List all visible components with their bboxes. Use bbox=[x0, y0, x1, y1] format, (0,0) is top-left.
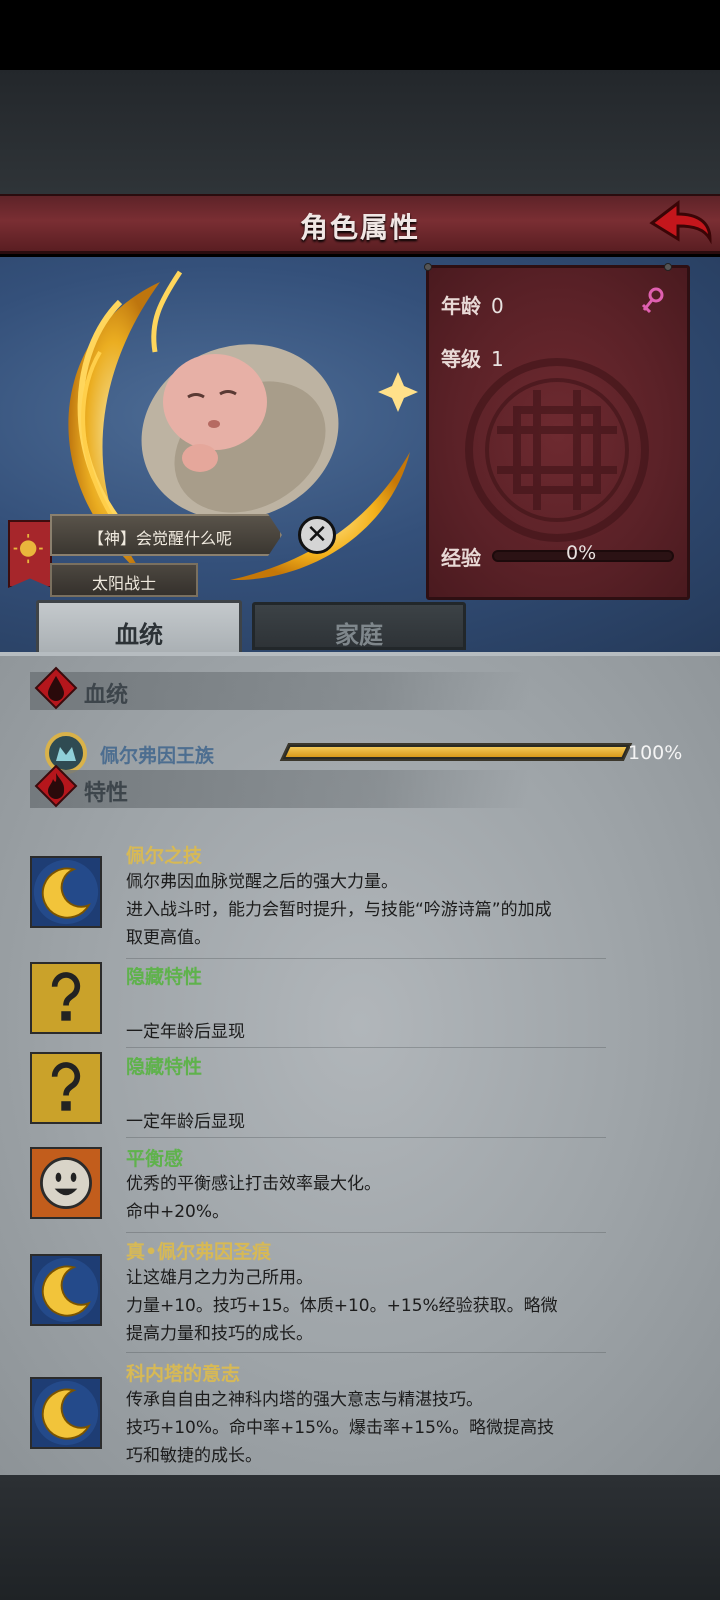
age-label: 年龄 bbox=[441, 294, 481, 318]
traits-section-title: 特性 bbox=[84, 781, 129, 806]
lineage-progress-bar bbox=[279, 743, 633, 761]
tab-lineage-label: 血统 bbox=[115, 621, 163, 649]
lineage-name: 佩尔弗因王族 bbox=[100, 745, 215, 767]
trait-name: 隐藏特性 bbox=[126, 966, 203, 988]
panel-pin bbox=[664, 263, 672, 271]
flame-icon bbox=[34, 764, 78, 808]
trait-desc-line bbox=[126, 990, 606, 1018]
top-backdrop bbox=[0, 70, 720, 194]
bottom-backdrop bbox=[0, 1475, 720, 1600]
trait-desc-line: 一定年龄后显现 bbox=[126, 1112, 245, 1132]
blood-drop-icon bbox=[34, 666, 78, 710]
trait-desc-line: 技巧+10%。命中率+15%。爆击率+15%。略微提高技 bbox=[126, 1418, 555, 1438]
female-icon bbox=[641, 287, 664, 314]
crescent-moon-icon bbox=[30, 1254, 102, 1326]
page-title: 角色属性 bbox=[299, 211, 420, 244]
trait-description: 让这雄月之力为己所用。 力量+10。技巧+15。体质+10。+15%经验获取。略… bbox=[126, 1264, 606, 1348]
trait-desc-line: 力量+10。技巧+15。体质+10。+15%经验获取。略微 bbox=[126, 1296, 558, 1316]
trait-desc-line: 一定年龄后显现 bbox=[126, 1022, 245, 1042]
trait-desc-line: 佩尔弗因血脉觉醒之后的强大力量。 bbox=[126, 872, 398, 892]
exp-label: 经验 bbox=[441, 546, 481, 570]
trait-desc-line: 命中+20%。 bbox=[126, 1202, 230, 1222]
trait-desc-line: 提高力量和技巧的成长。 bbox=[126, 1324, 313, 1344]
trait-desc-line: 巧和敏捷的成长。 bbox=[126, 1446, 262, 1466]
question-mark-icon bbox=[30, 962, 102, 1034]
trait-desc-line: 优秀的平衡感让打击效率最大化。 bbox=[126, 1174, 381, 1194]
age-stat: 年龄 0 bbox=[441, 290, 504, 319]
trait-desc-line: 进入战斗时，能力会暂时提升，与技能“吟游诗篇”的加成 bbox=[126, 900, 552, 920]
divider bbox=[126, 1232, 606, 1233]
trait-name: 隐藏特性 bbox=[126, 1056, 203, 1078]
celtic-knot-emblem bbox=[465, 358, 649, 542]
trait-name: 科内塔的意志 bbox=[126, 1363, 241, 1385]
divider bbox=[126, 958, 606, 959]
level-label: 等级 bbox=[441, 347, 481, 371]
question-mark-icon bbox=[30, 1052, 102, 1124]
trait-desc-line: 取更高值。 bbox=[126, 928, 211, 948]
level-value: 1 bbox=[491, 347, 504, 371]
trait-name: 平衡感 bbox=[126, 1148, 184, 1170]
trait-description: 一定年龄后显现 bbox=[126, 1080, 606, 1136]
divider bbox=[126, 1137, 606, 1138]
trait-description: 优秀的平衡感让打击效率最大化。 命中+20%。 bbox=[126, 1170, 606, 1226]
age-value: 0 bbox=[491, 294, 504, 318]
character-title: 【神】会觉醒什么呢 bbox=[87, 529, 232, 548]
trait-description: 传承自自由之神科内塔的强大意志与精湛技巧。 技巧+10%。命中率+15%。爆击率… bbox=[126, 1386, 606, 1470]
character-class: 太阳战士 bbox=[91, 574, 156, 593]
exp-value: 0% bbox=[566, 542, 597, 564]
status-bar-area bbox=[0, 0, 720, 70]
level-stat: 等级 1 bbox=[441, 343, 504, 372]
trait-desc-line bbox=[126, 1080, 606, 1108]
trait-name: 真•佩尔弗因圣痕 bbox=[126, 1241, 272, 1263]
tab-family-label: 家庭 bbox=[335, 621, 383, 649]
header-bar: 角色属性 bbox=[0, 194, 720, 254]
divider bbox=[126, 1047, 606, 1048]
trait-name: 佩尔之技 bbox=[126, 845, 203, 867]
lineage-percent: 100% bbox=[628, 742, 683, 764]
panel-pin bbox=[424, 263, 432, 271]
sun-banner-icon bbox=[8, 520, 52, 588]
lineage-progress-fill bbox=[285, 747, 627, 757]
smiley-face-icon bbox=[30, 1147, 102, 1219]
back-arrow-icon[interactable] bbox=[648, 199, 714, 249]
divider bbox=[126, 1352, 606, 1353]
trait-description: 一定年龄后显现 bbox=[126, 990, 606, 1046]
tab-family[interactable]: 家庭 bbox=[252, 602, 466, 650]
close-icon[interactable]: ✕ bbox=[298, 516, 336, 554]
trait-description: 佩尔弗因血脉觉醒之后的强大力量。 进入战斗时，能力会暂时提升，与技能“吟游诗篇”… bbox=[126, 868, 606, 952]
trait-desc-line: 让这雄月之力为己所用。 bbox=[126, 1268, 313, 1288]
crescent-moon-icon bbox=[30, 1377, 102, 1449]
tab-lineage[interactable]: 血统 bbox=[36, 600, 242, 656]
crescent-moon-icon bbox=[30, 856, 102, 928]
trait-desc-line: 传承自自由之神科内塔的强大意志与精湛技巧。 bbox=[126, 1390, 483, 1410]
lineage-section-title: 血统 bbox=[84, 683, 129, 708]
